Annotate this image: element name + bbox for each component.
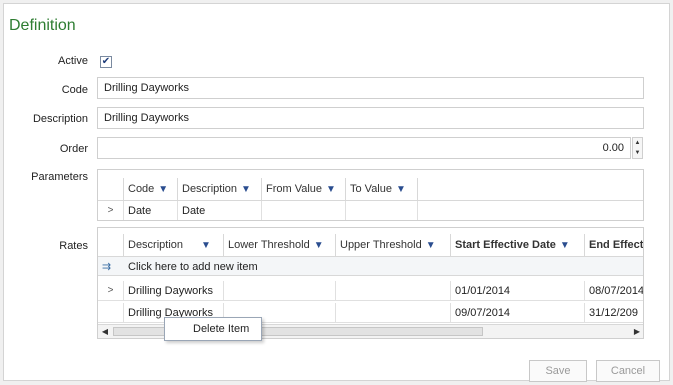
rates-col-lower-threshold[interactable]: Lower Threshold ▼ (224, 234, 336, 256)
param-col-description[interactable]: Description ▼ (178, 178, 262, 200)
active-checkbox[interactable]: ✔ (100, 56, 112, 68)
table-cell[interactable] (336, 303, 451, 323)
order-label: Order (59, 143, 88, 155)
filter-icon[interactable]: ▼ (314, 240, 324, 251)
order-field[interactable]: 0.00 (97, 137, 631, 159)
description-label: Description (32, 113, 88, 125)
table-cell[interactable]: Date (124, 201, 178, 220)
definition-panel: Definition Active ✔ Code Drilling Daywor… (3, 3, 670, 382)
row-header-corner (98, 178, 124, 200)
row-header-corner (98, 234, 124, 256)
rates-col-end-effective[interactable]: End Effect (585, 234, 643, 256)
filter-icon[interactable]: ▼ (241, 184, 251, 195)
param-col-from-value[interactable]: From Value ▼ (262, 178, 346, 200)
table-cell[interactable]: Date (178, 201, 262, 220)
order-spinner[interactable]: ▲ ▼ (632, 137, 643, 159)
chevron-right-icon[interactable]: > (98, 281, 124, 301)
parameters-label: Parameters (31, 171, 88, 183)
filter-icon[interactable]: ▼ (396, 184, 406, 195)
context-menu-delete-item[interactable]: Delete Item (164, 317, 262, 341)
param-col-to-value[interactable]: To Value ▼ (346, 178, 418, 200)
filter-icon[interactable]: ▼ (326, 184, 336, 195)
scroll-left-icon[interactable]: ◀ (99, 325, 111, 338)
filter-icon[interactable]: ▼ (201, 240, 211, 251)
spin-up-icon[interactable]: ▲ (633, 138, 642, 148)
add-row-text[interactable]: Click here to add new item (128, 261, 258, 273)
rates-col-upper-threshold[interactable]: Upper Threshold ▼ (336, 234, 451, 256)
spin-down-icon[interactable]: ▼ (633, 148, 642, 158)
table-cell[interactable] (346, 201, 418, 220)
filter-icon[interactable]: ▼ (560, 240, 570, 251)
filter-icon[interactable]: ▼ (426, 240, 436, 251)
table-cell[interactable]: 09/07/2014 (451, 303, 585, 323)
table-cell[interactable]: 31/12/209 (585, 303, 643, 323)
filter-icon[interactable]: ▼ (158, 184, 168, 195)
add-row-bar[interactable]: ⇉ Click here to add new item (98, 256, 643, 276)
rates-label: Rates (59, 240, 88, 252)
table-cell[interactable] (262, 201, 346, 220)
parameters-grid: Code ▼ Description ▼ From Value ▼ To Value ▼… (97, 169, 644, 221)
table-cell[interactable] (224, 281, 336, 301)
table-cell[interactable]: Drilling Dayworks (124, 281, 224, 301)
add-row-icon[interactable]: ⇉ (102, 260, 111, 273)
section-title: Definition (9, 17, 76, 34)
code-label: Code (61, 84, 88, 96)
save-button[interactable]: Save (529, 360, 587, 382)
param-col-code[interactable]: Code ▼ (124, 178, 178, 200)
rates-col-description[interactable]: Description ▼ (124, 234, 224, 256)
table-cell[interactable]: 08/07/2014 (585, 281, 643, 301)
cancel-button[interactable]: Cancel (596, 360, 660, 382)
rates-col-start-effective-date[interactable]: Start Effective Date ▼ (451, 234, 585, 256)
scroll-right-icon[interactable]: ▶ (631, 325, 643, 338)
chevron-right-icon[interactable]: > (98, 201, 124, 220)
description-field[interactable]: Drilling Dayworks (97, 107, 644, 129)
table-cell[interactable]: 01/01/2014 (451, 281, 585, 301)
code-field[interactable]: Drilling Dayworks (97, 77, 644, 99)
table-cell[interactable] (336, 281, 451, 301)
row-selector[interactable] (98, 303, 124, 323)
active-label: Active (58, 55, 88, 67)
